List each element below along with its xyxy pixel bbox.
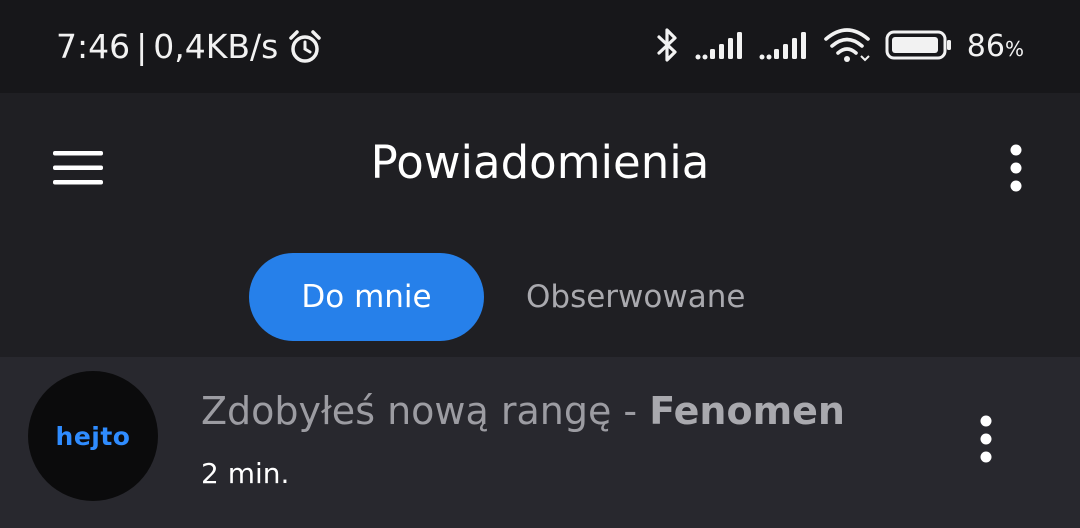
alarm-icon: [286, 29, 324, 65]
hamburger-icon: [53, 151, 103, 185]
battery-unit: %: [1004, 37, 1024, 61]
more-vertical-icon: [1010, 144, 1022, 192]
notification-item[interactable]: hejto Zdobyłeś nową rangę - Fenomen 2 mi…: [0, 357, 1080, 528]
status-separator: |: [136, 27, 148, 66]
page-title: Powiadomienia: [370, 136, 710, 189]
notification-time: 2 min.: [201, 457, 290, 490]
battery-percent: 86%: [967, 29, 1024, 64]
hejto-logo: hejto: [55, 421, 131, 451]
notification-text-prefix: Zdobyłeś nową rangę -: [201, 389, 650, 433]
bluetooth-icon: [655, 26, 681, 68]
network-speed: 0,4KB/s: [153, 27, 279, 66]
signal-icon-2: [759, 30, 809, 64]
hamburger-menu-button[interactable]: [52, 149, 104, 187]
tab-do-mnie[interactable]: Do mnie: [249, 253, 484, 341]
battery-icon: [885, 29, 953, 65]
notification-rank-name: Fenomen: [649, 389, 845, 433]
battery-value: 86: [966, 29, 1005, 64]
notification-more-button[interactable]: [966, 409, 1006, 469]
status-left: 7:46 | 0,4KB/s: [56, 27, 324, 66]
avatar: hejto: [28, 371, 158, 501]
tab-bar: Do mnie Obserwowane: [249, 253, 787, 341]
signal-icon: [695, 30, 745, 64]
notification-text: Zdobyłeś nową rangę - Fenomen: [201, 389, 845, 433]
wifi-icon: [823, 27, 871, 67]
tab-obserwowane[interactable]: Obserwowane: [484, 253, 787, 341]
more-vertical-icon: [980, 415, 992, 463]
clock: 7:46: [56, 27, 131, 66]
more-options-button[interactable]: [1006, 144, 1026, 192]
app-bar: Powiadomienia: [0, 93, 1080, 243]
status-right: 86%: [655, 26, 1024, 68]
status-bar: 7:46 | 0,4KB/s 86%: [0, 0, 1080, 93]
